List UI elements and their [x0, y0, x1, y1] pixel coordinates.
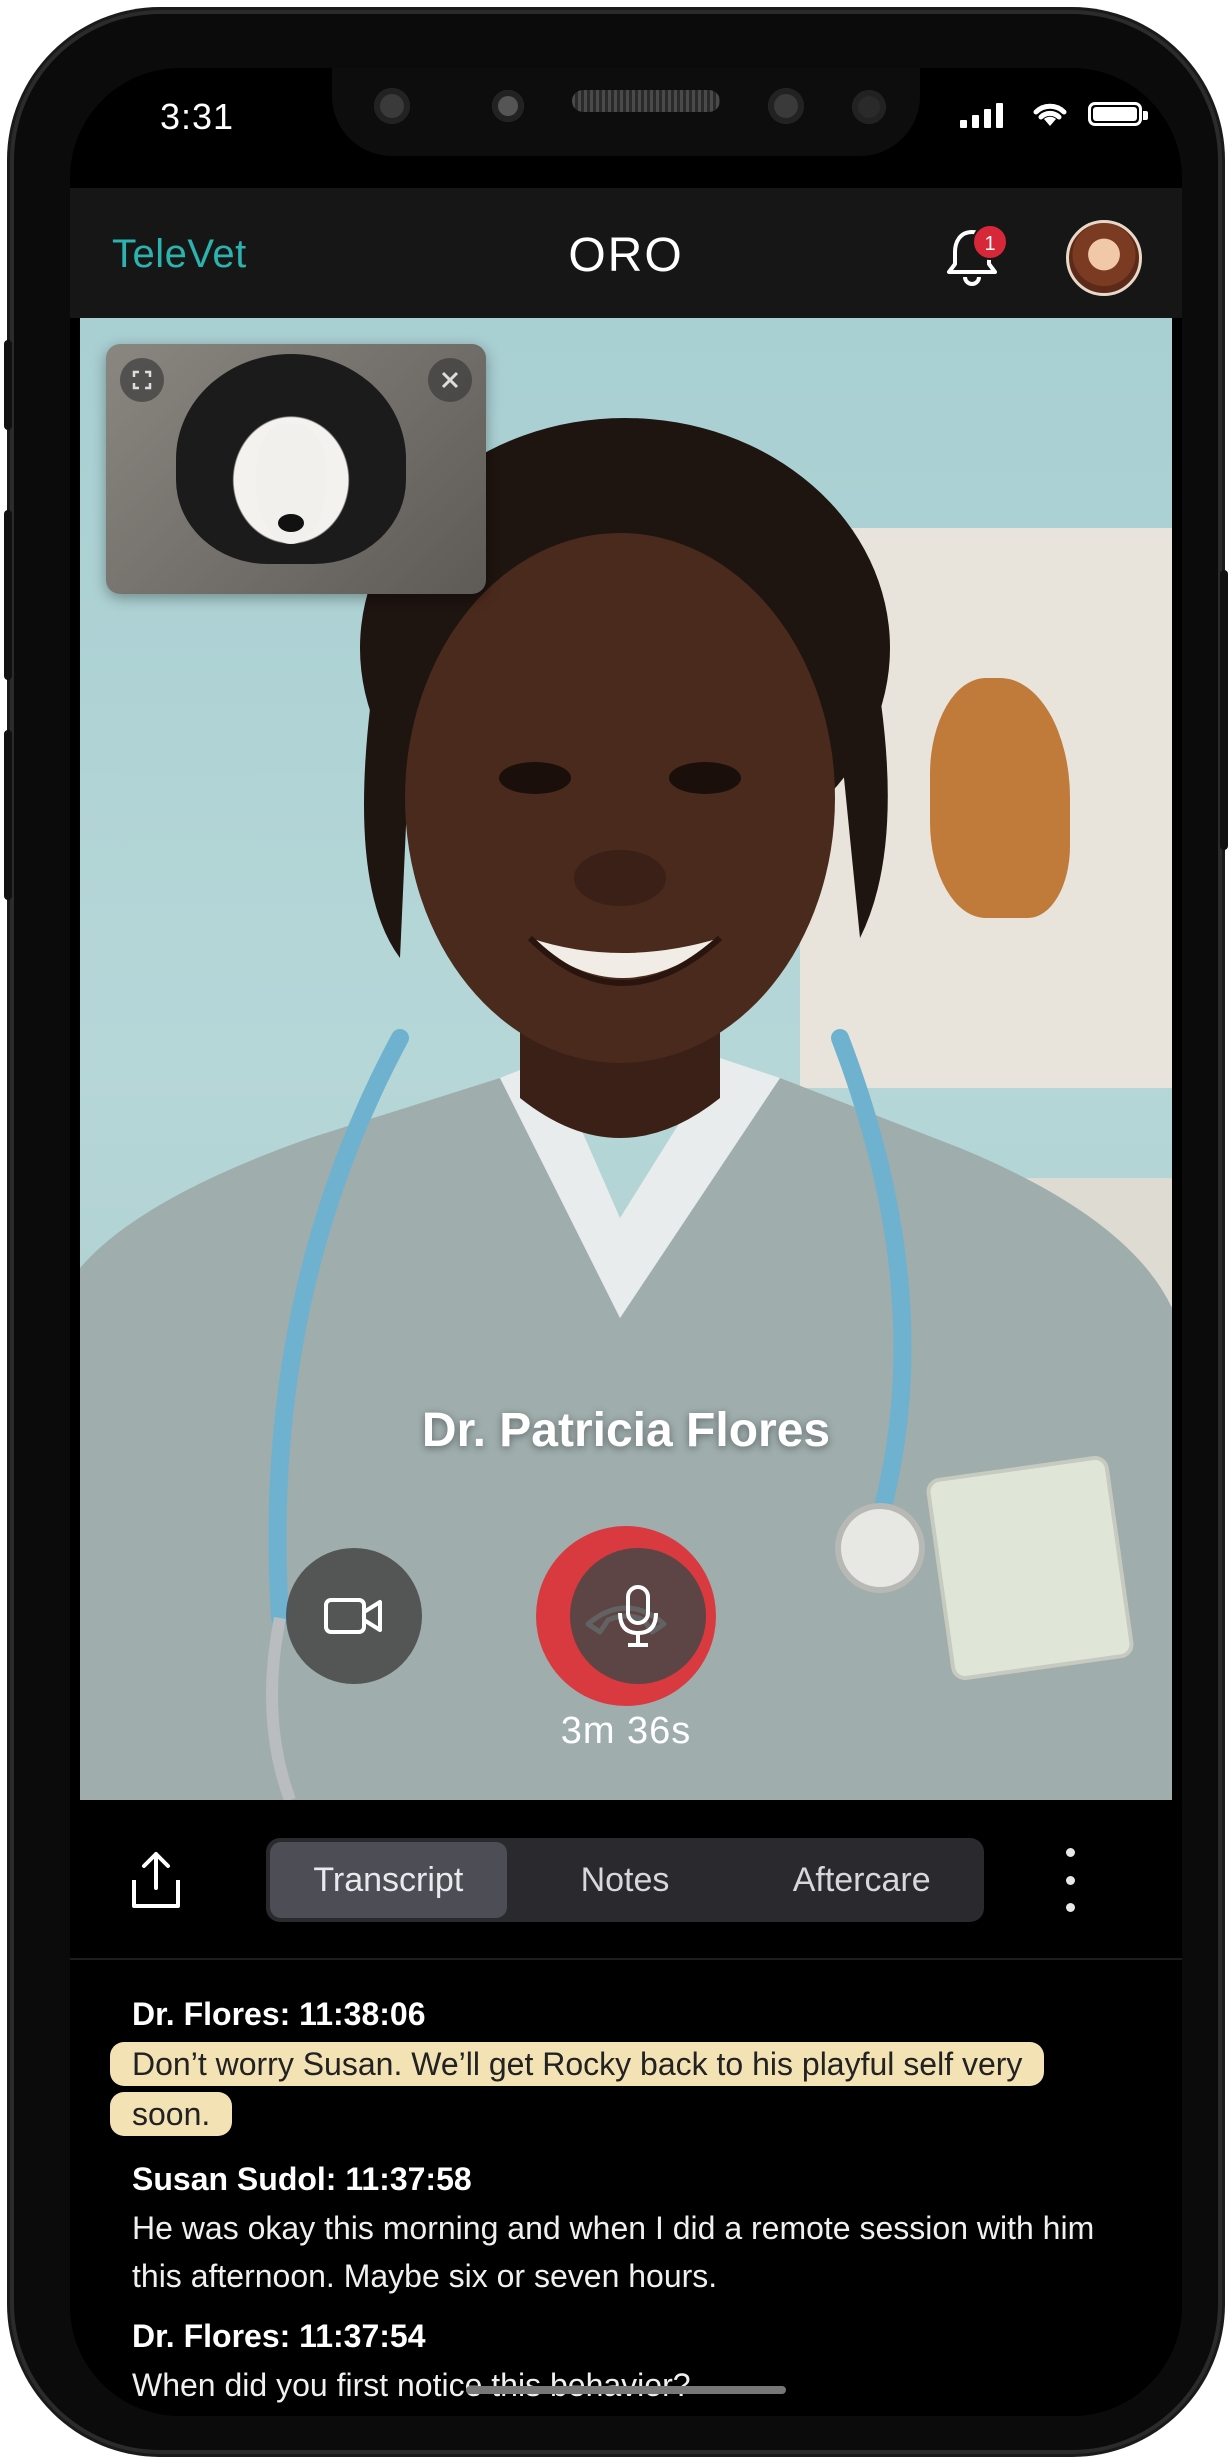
call-duration: 3m 36s [560, 1710, 692, 1752]
user-avatar[interactable] [1066, 220, 1142, 296]
more-options-icon[interactable] [1060, 1848, 1080, 1912]
proximity-sensor-icon [852, 90, 886, 124]
transcript-entry: Dr. Flores: 11:38:06 Don’t worry Susan. … [110, 1996, 1142, 2139]
tab-transcript[interactable]: Transcript [270, 1842, 507, 1918]
transcript-entry: Susan Sudol: 11:37:58 He was okay this m… [110, 2161, 1142, 2300]
close-pip-icon[interactable] [428, 358, 472, 402]
call-toolbar: Transcript Notes Aftercare [70, 1800, 1182, 1960]
wifi-icon [1033, 103, 1067, 126]
app-header: TeleVet ORO 1 [70, 188, 1182, 318]
mute-button[interactable] [570, 1548, 706, 1684]
mute-switch [4, 340, 12, 430]
transcript-speaker: Dr. Flores: 11:37:54 [132, 2318, 426, 2354]
tab-bar: Transcript Notes Aftercare [266, 1838, 984, 1922]
earpiece-speaker [572, 90, 720, 112]
transcript-speaker: Dr. Flores: 11:38:06 [132, 1996, 426, 2032]
caller-name: Dr. Patricia Flores [421, 1404, 831, 1457]
screen: 3:31 TeleVet ORO 1 Dr. Patricia Flores 3… [70, 68, 1182, 2416]
microphone-icon [618, 1585, 658, 1647]
video-toggle-button[interactable] [286, 1548, 422, 1684]
phone-frame: 3:31 TeleVet ORO 1 Dr. Patricia Flores 3… [4, 10, 1228, 2454]
home-indicator[interactable] [466, 2386, 786, 2394]
transcript-message: When did you first notice this behavior? [132, 2367, 691, 2403]
status-time: 3:31 [160, 96, 235, 137]
volume-down-button [4, 730, 12, 900]
battery-icon [1088, 102, 1148, 126]
page-title: ORO [568, 229, 684, 282]
volume-up-button [4, 510, 12, 680]
expand-icon[interactable] [120, 358, 164, 402]
transcript-entry: Dr. Flores: 11:37:54 When did you first … [110, 2318, 1142, 2409]
video-feed: Dr. Patricia Flores 3m 36s [80, 318, 1172, 1800]
share-icon[interactable] [126, 1848, 186, 1912]
dog-nose [278, 514, 304, 532]
cellular-signal-icon [960, 102, 1003, 128]
sensor-icon [492, 90, 524, 122]
transcript-message: He was okay this morning and when I did … [132, 2210, 1095, 2294]
tab-notes[interactable]: Notes [507, 1842, 744, 1918]
transcript-message-highlighted[interactable]: Don’t worry Susan. We’ll get Rocky back … [110, 2042, 1045, 2136]
transcript-speaker: Susan Sudol: 11:37:58 [132, 2161, 472, 2197]
camera-lens-icon [374, 88, 410, 124]
notch [332, 68, 920, 156]
video-camera-icon [324, 1598, 382, 1634]
front-camera-icon [768, 88, 804, 124]
transcript-panel: Dr. Flores: 11:38:06 Don’t worry Susan. … [70, 1962, 1182, 2416]
status-bar: 3:31 [70, 68, 1182, 188]
tab-aftercare[interactable]: Aftercare [743, 1842, 980, 1918]
self-view-pip[interactable] [106, 344, 486, 594]
notification-badge: 1 [972, 224, 1008, 260]
power-button [1220, 570, 1228, 850]
